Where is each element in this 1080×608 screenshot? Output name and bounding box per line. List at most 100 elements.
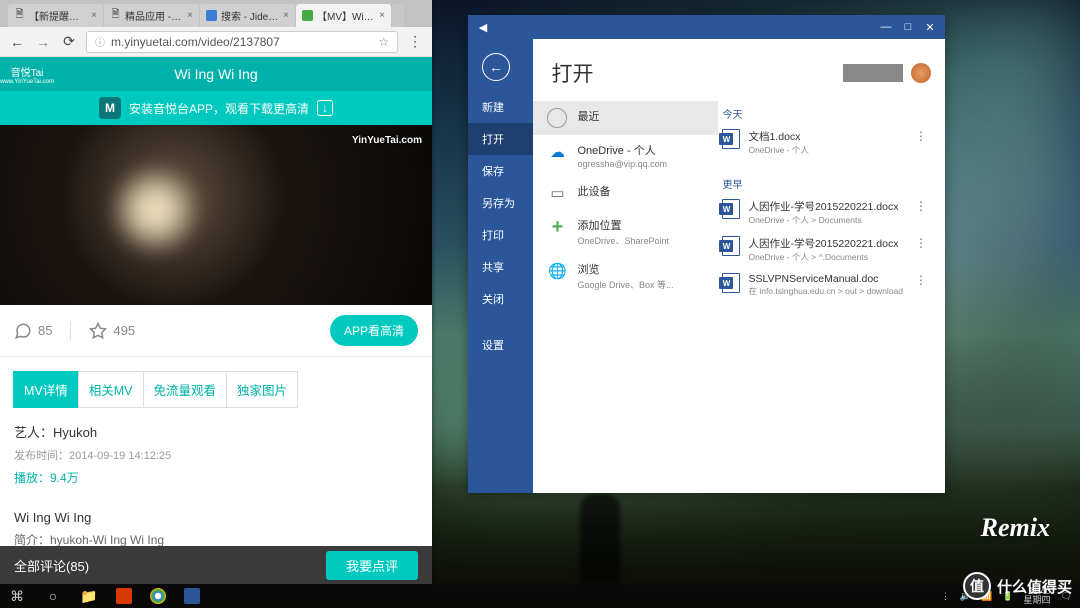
- place-onedrive[interactable]: ☁ OneDrive - 个人 ogressha@vip.qq.com: [533, 135, 718, 176]
- reload-button[interactable]: ⟳: [60, 33, 78, 51]
- place-label: OneDrive - 个人: [577, 142, 708, 158]
- favorite-stat[interactable]: 495: [89, 322, 135, 340]
- open-body: 最近 ☁ OneDrive - 个人 ogressha@vip.qq.com ▭…: [533, 93, 945, 493]
- tab-mv-detail[interactable]: MV详情: [13, 371, 79, 408]
- page-icon: 🗎: [14, 10, 25, 21]
- place-recent[interactable]: 最近: [533, 101, 718, 135]
- artist-line: 艺人：Hyukoh: [14, 422, 418, 441]
- tab-exclusive-pics[interactable]: 独家图片: [226, 371, 298, 408]
- clock-icon: [547, 108, 567, 128]
- yinyuetai-logo[interactable]: 音悦Tai www.YinYueTai.com: [0, 57, 54, 91]
- bookmark-icon[interactable]: ☆: [378, 35, 389, 49]
- place-device[interactable]: ▭ 此设备: [533, 176, 718, 210]
- address-bar: ← → ⟳ ⓘ m.yinyuetai.com/video/2137807 ☆ …: [0, 27, 432, 57]
- app-hd-button[interactable]: APP看高清: [330, 315, 418, 346]
- site-icon: [206, 10, 217, 21]
- more-icon[interactable]: ⋮: [911, 236, 931, 250]
- back-button[interactable]: ←: [8, 33, 26, 51]
- word-window: ◀ — □ ✕ ← 新建 打开 保存 另存为 打印 共享 关闭 设置: [468, 15, 945, 493]
- browser-tab-0[interactable]: 🗎 【新提醒】Rem... ×: [8, 4, 103, 27]
- place-label: 添加位置: [577, 217, 708, 233]
- section-older: 更早: [718, 171, 935, 194]
- filemanager-icon[interactable]: 📁: [80, 587, 98, 605]
- browser-tab-1[interactable]: 🗎 精品应用 - Jide R... ×: [104, 4, 199, 27]
- write-comment-button[interactable]: 我要点评: [326, 551, 418, 580]
- window-controls: — □ ✕: [877, 18, 939, 36]
- file-item[interactable]: 文档1.docx OneDrive - 个人 ⋮: [718, 124, 935, 161]
- page-title: Wi Ing Wi Ing: [54, 66, 432, 82]
- desktop: 🗎 【新提醒】Rem... × 🗎 精品应用 - Jide R... × 搜索 …: [0, 0, 1080, 608]
- more-icon[interactable]: ⋮: [911, 199, 931, 213]
- place-label: 浏览: [577, 261, 708, 277]
- stats-row: 85 495 APP看高清: [0, 305, 432, 357]
- sidebar-saveas[interactable]: 另存为: [468, 187, 533, 219]
- all-comments-label[interactable]: 全部评论(85): [14, 556, 89, 575]
- titlebar-back-icon[interactable]: ◀: [474, 18, 492, 36]
- close-button[interactable]: ✕: [921, 18, 939, 36]
- tab-related-mv[interactable]: 相关MV: [78, 371, 144, 408]
- word-doc-icon: [722, 129, 740, 149]
- logo-subtext: www.YinYueTai.com: [0, 79, 54, 85]
- comments-bar: 全部评论(85) 我要点评: [0, 546, 432, 584]
- menu-icon[interactable]: ⋮: [406, 33, 424, 51]
- circle-icon[interactable]: ○: [44, 587, 62, 605]
- maximize-button[interactable]: □: [899, 18, 917, 36]
- more-icon[interactable]: ⋮: [911, 273, 931, 287]
- page-icon: 🗎: [110, 10, 121, 21]
- places-list: 最近 ☁ OneDrive - 个人 ogressha@vip.qq.com ▭…: [533, 93, 718, 493]
- file-item[interactable]: 人因作业-学号2015220221.docx OneDrive - 个人 > D…: [718, 194, 935, 231]
- browser-tab-3[interactable]: 【MV】Wi Ing Wi... ×: [296, 4, 391, 27]
- close-icon[interactable]: ×: [283, 10, 289, 21]
- app-icon: M: [99, 97, 121, 119]
- file-item[interactable]: 人因作业-学号2015220221.docx OneDrive - 个人 > ^…: [718, 231, 935, 268]
- word-icon[interactable]: [184, 588, 200, 604]
- comment-stat[interactable]: 85: [14, 322, 71, 340]
- tray-icon[interactable]: ⋮: [941, 591, 950, 602]
- app-download-banner[interactable]: M 安装音悦台APP，观看下载更高清 ↓: [0, 91, 432, 125]
- place-sublabel: ogressha@vip.qq.com: [577, 159, 708, 169]
- place-browse[interactable]: 🌐 浏览 Google Drive、Box 等...: [533, 254, 718, 298]
- back-circle-button[interactable]: ←: [482, 53, 510, 81]
- sidebar-share[interactable]: 共享: [468, 251, 533, 283]
- site-icon: [302, 10, 313, 21]
- site-info-icon[interactable]: ⓘ: [95, 34, 105, 49]
- apps-icon[interactable]: ⌘: [8, 587, 26, 605]
- file-name: 人因作业-学号2015220221.docx: [748, 199, 903, 214]
- more-icon[interactable]: ⋮: [911, 129, 931, 143]
- sidebar-open[interactable]: 打开: [468, 123, 533, 155]
- plus-icon: +: [547, 217, 567, 237]
- video-player[interactable]: YinYueTai.com: [0, 125, 432, 305]
- sidebar-close[interactable]: 关闭: [468, 283, 533, 315]
- close-icon[interactable]: ×: [187, 10, 193, 21]
- browser-tab-2[interactable]: 搜索 - Jide Remi... ×: [200, 4, 295, 27]
- file-item[interactable]: SSLVPNServiceManual.doc 在 info.tsinghua.…: [718, 268, 935, 302]
- office-icon[interactable]: [116, 588, 132, 604]
- url-field[interactable]: ⓘ m.yinyuetai.com/video/2137807 ☆: [86, 31, 398, 53]
- chrome-icon[interactable]: [150, 588, 166, 604]
- close-icon[interactable]: ×: [379, 10, 385, 21]
- play-count: 播放：9.4万: [14, 469, 418, 486]
- video-watermark: YinYueTai.com: [352, 135, 422, 146]
- word-main: 打开 最近 ☁ On: [533, 39, 945, 493]
- banner-text: 安装音悦台APP，观看下载更高清: [129, 100, 309, 117]
- smzdm-badge: 值 什么值得买: [963, 572, 1072, 600]
- star-icon: [89, 322, 107, 340]
- search-field[interactable]: [843, 64, 903, 82]
- page-content[interactable]: 音悦Tai www.YinYueTai.com Wi Ing Wi Ing M …: [0, 57, 432, 584]
- sidebar-print[interactable]: 打印: [468, 219, 533, 251]
- minimize-button[interactable]: —: [877, 18, 895, 36]
- taskbar: ⌘ ○ 📁 ⋮ 🔊 📶 🔋 21:40 星期四 🗨: [0, 584, 1080, 608]
- tab-free-watch[interactable]: 免流量观看: [143, 371, 228, 408]
- sidebar-new[interactable]: 新建: [468, 91, 533, 123]
- forward-button[interactable]: →: [34, 33, 52, 51]
- user-avatar[interactable]: [911, 63, 931, 83]
- device-icon: ▭: [547, 183, 567, 203]
- sidebar-settings[interactable]: 设置: [468, 329, 533, 361]
- file-path: OneDrive - 个人: [748, 144, 903, 156]
- sidebar-save[interactable]: 保存: [468, 155, 533, 187]
- open-title: 打开: [551, 58, 593, 88]
- place-add[interactable]: + 添加位置 OneDrive、SharePoint: [533, 210, 718, 254]
- new-tab-button[interactable]: [392, 4, 404, 27]
- word-titlebar[interactable]: ◀ — □ ✕: [468, 15, 945, 39]
- close-icon[interactable]: ×: [91, 10, 97, 21]
